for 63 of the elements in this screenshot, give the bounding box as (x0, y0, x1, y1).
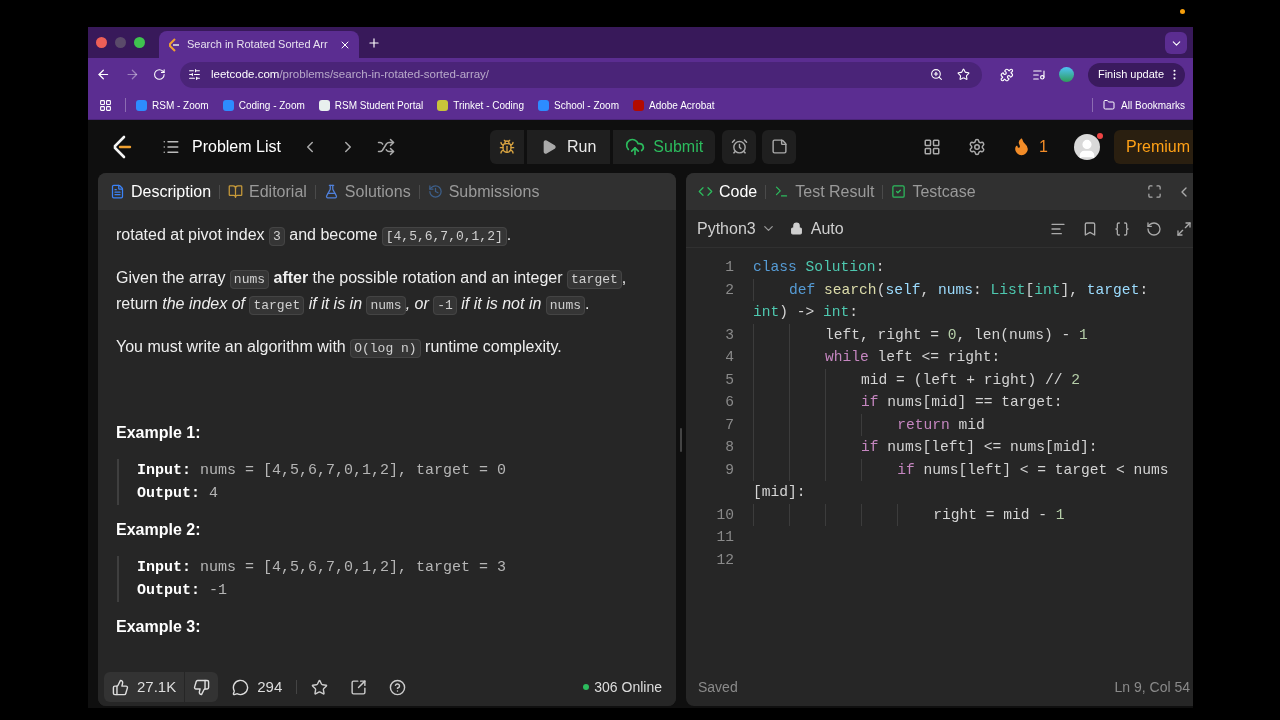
description-paragraph: You must write an algorithm with O(log n) runtime complexity. (116, 337, 563, 360)
bookmark[interactable]: Adobe Acrobat (633, 97, 715, 113)
input-text: Input: nums = [4,5,6,7,0,1,2], target = 0 (137, 461, 508, 481)
panel-tab[interactable]: Test Result (774, 179, 875, 204)
code-line: mid = (left + right) // 2 (753, 368, 1193, 391)
line-number: 1 (724, 258, 734, 277)
example-title: Example 1: (116, 423, 202, 443)
address-bar[interactable]: leetcode.com/problems/search-in-rotated-sorted-array/ (180, 61, 982, 88)
line-number: 12 (715, 550, 734, 570)
code-line: if nums[left] < = target < nums [mid]: (753, 458, 1193, 504)
finish-update-button[interactable]: Finish update (1087, 62, 1185, 87)
url-host: leetcode.com (211, 66, 280, 82)
bookmark[interactable]: RSM Student Portal (318, 97, 424, 113)
panel-tab[interactable]: Code (698, 179, 758, 204)
bookmark[interactable]: Trinket - Coding (437, 97, 524, 113)
code-line: left, right = 0, len(nums) - 1 (753, 323, 1193, 346)
line-number: 9 (724, 460, 734, 480)
all-bookmarks-button[interactable]: All Bookmarks (1103, 97, 1185, 113)
submit-button[interactable]: Submit (613, 129, 716, 164)
panel-tab[interactable]: Editorial (228, 179, 307, 204)
panel-tab[interactable]: Description (110, 179, 212, 204)
panel-tab[interactable]: Submissions (427, 179, 540, 204)
line-number: 6 (724, 393, 734, 412)
code-line: def search(self, nums: List[int], target: int) -> int: (753, 278, 1193, 324)
comments-button[interactable]: 294 (232, 675, 283, 699)
example-title: Example 2: (116, 520, 202, 540)
input-text: Input: nums = [4,5,6,7,0,1,2], target = 3 (137, 558, 508, 578)
code-line: class Solution: (753, 258, 886, 277)
example-title: Example 3: (116, 617, 202, 637)
panel-tab[interactable]: Testcase (891, 179, 976, 204)
save-status: Saved (698, 677, 738, 697)
output-text: Output: 4 (137, 484, 220, 504)
url-path: /problems/search-in-rotated-sorted-array/ (279, 66, 490, 82)
line-number: 7 (724, 415, 734, 435)
language-select[interactable]: Python3 (697, 216, 776, 241)
line-number: 5 (724, 370, 734, 390)
panel-tab[interactable]: Solutions (323, 179, 411, 204)
premium-button[interactable]: Premium (1114, 129, 1193, 164)
online-count: 306 Online (594, 677, 662, 697)
line-number: 8 (724, 438, 734, 457)
bookmark[interactable]: RSM - Zoom (136, 97, 209, 113)
line-number: 4 (724, 348, 734, 367)
code-line: return mid (753, 413, 1193, 436)
line-number: 10 (715, 505, 734, 525)
code-line: if nums[left] <= nums[mid]: (753, 436, 1193, 459)
line-number: 11 (715, 528, 734, 547)
browser-tab[interactable]: Search in Rotated Sorted Arr (159, 31, 359, 58)
cursor-position: Ln 9, Col 54 (1114, 677, 1190, 697)
bookmark[interactable]: School - Zoom (537, 97, 619, 113)
problem-list-button[interactable]: Problem List (162, 134, 281, 159)
code-line: while left <= right: (753, 346, 1193, 369)
code-line: right = mid - 1 (753, 503, 1193, 526)
description-paragraph: rotated at pivot index 3 and become [4,5,6,7,0,1,2] . (116, 225, 513, 248)
mode-label: Auto (810, 218, 844, 239)
bookmark[interactable]: Coding - Zoom (222, 97, 305, 113)
description-paragraph: Given the array nums after the possible rotation and an integer target , return the index of target if it is in nums , or -1 if it is not in nums . (116, 268, 628, 317)
tab-title: Search in Rotated Sorted Arr (187, 37, 329, 53)
line-number: 2 (724, 280, 734, 300)
output-text: Output: -1 (137, 581, 229, 601)
run-button[interactable]: Run (527, 129, 611, 164)
streak-count: 1 (1039, 136, 1048, 157)
line-number: 3 (724, 325, 734, 345)
code-line: if nums[mid] == target: (753, 391, 1193, 414)
